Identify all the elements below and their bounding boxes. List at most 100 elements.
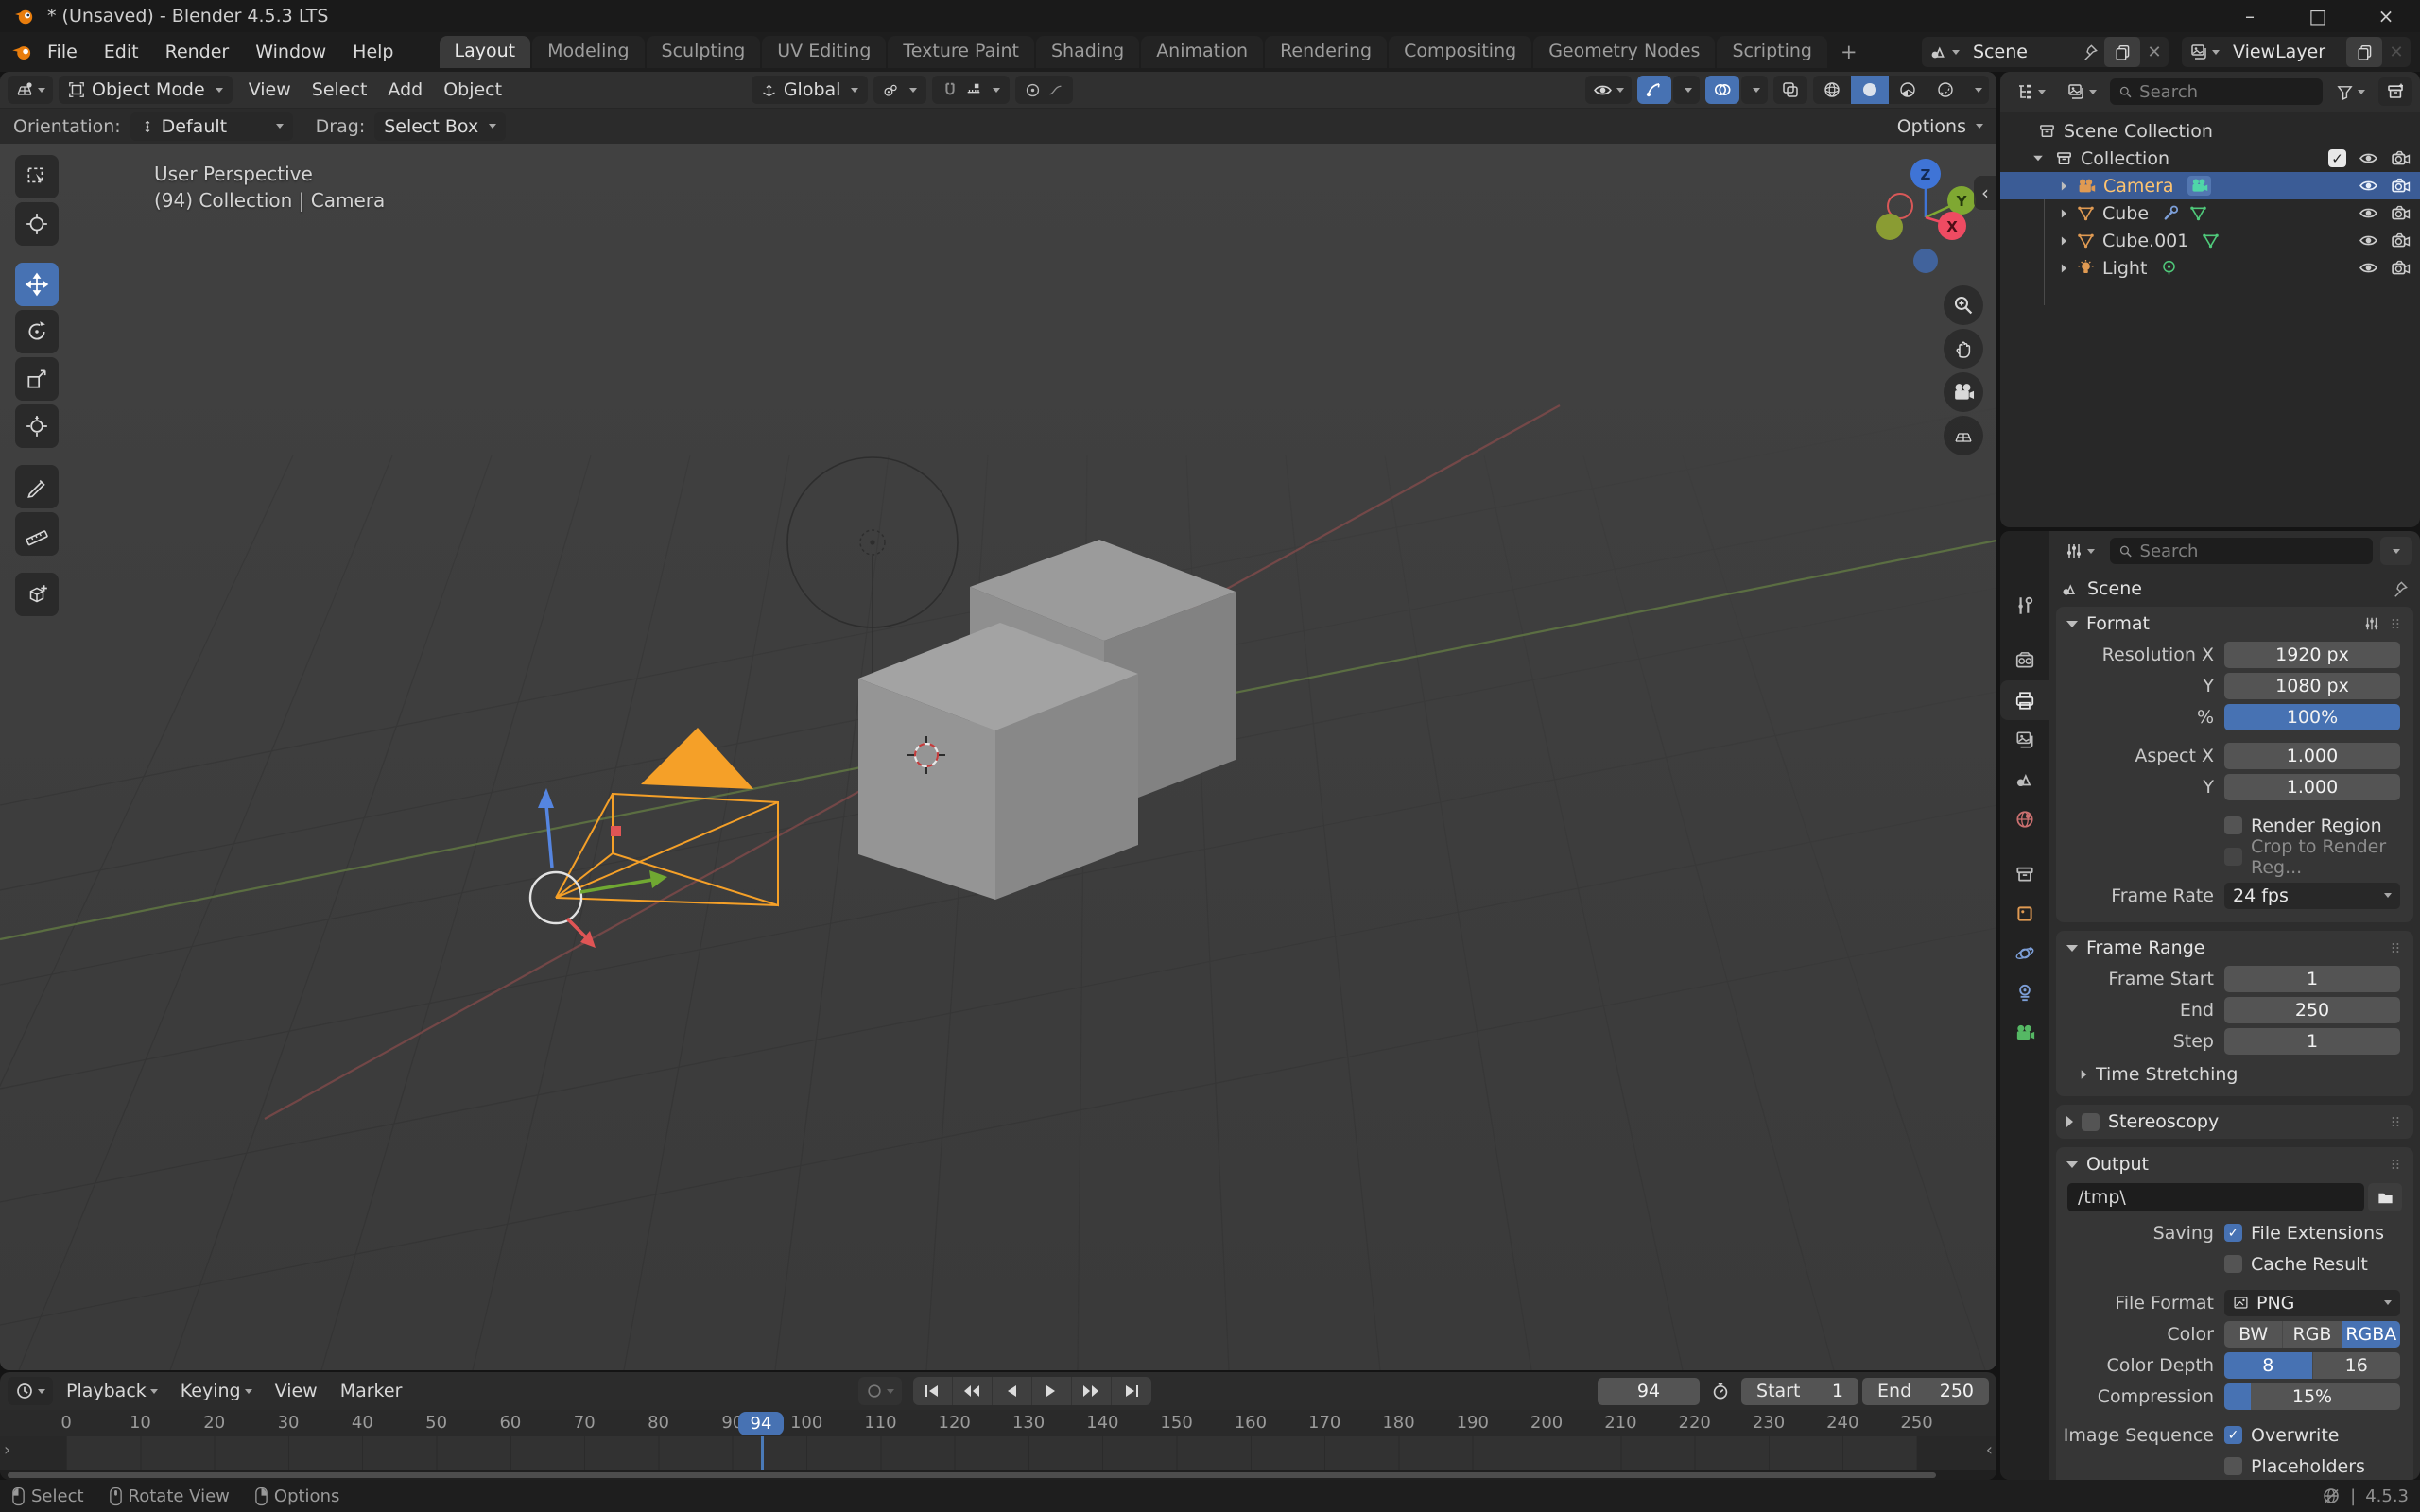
properties-search-input[interactable] xyxy=(2140,541,2364,561)
hide-eye-icon[interactable] xyxy=(2359,203,2378,223)
expand-arrow-icon[interactable] xyxy=(2062,181,2066,190)
file-extensions-checkbox[interactable]: ✓ xyxy=(2224,1224,2242,1242)
expand-arrow-icon[interactable] xyxy=(2062,209,2066,217)
frame-end-field[interactable]: 250 xyxy=(2224,997,2400,1023)
cache-result-checkbox[interactable] xyxy=(2224,1255,2242,1273)
pivot-point-dropdown[interactable] xyxy=(873,76,926,104)
minimize-button[interactable]: – xyxy=(2216,0,2284,32)
axis-neg-z-ball[interactable] xyxy=(1913,249,1938,273)
panel-title[interactable]: Frame Range xyxy=(2086,937,2204,958)
panel-expand-icon[interactable] xyxy=(2066,1161,2078,1168)
resolution-scale-slider[interactable]: 100% xyxy=(2224,704,2400,730)
frame-rate-dropdown[interactable]: 24 fps xyxy=(2224,883,2400,909)
play-reverse-button[interactable] xyxy=(993,1377,1032,1405)
tab-output[interactable] xyxy=(2000,680,2049,720)
scene-name[interactable]: Scene xyxy=(1967,42,2081,62)
workspace-tab[interactable]: Geometry Nodes xyxy=(1533,36,1715,68)
marker-menu[interactable]: Marker xyxy=(331,1381,412,1401)
workspace-tab[interactable]: Modeling xyxy=(532,36,644,68)
overwrite-checkbox[interactable]: ✓ xyxy=(2224,1426,2242,1444)
resolution-y-field[interactable]: 1080 px xyxy=(2224,673,2400,699)
shading-wireframe-button[interactable] xyxy=(1813,76,1851,104)
workspace-tab[interactable]: Rendering xyxy=(1265,36,1387,68)
stereoscopy-checkbox[interactable] xyxy=(2082,1113,2100,1131)
row-collection[interactable]: Collection ✓ xyxy=(2000,145,2420,172)
tool-measure[interactable] xyxy=(15,512,59,556)
view-menu[interactable]: View xyxy=(266,1381,327,1401)
outliner-filter-button[interactable] xyxy=(2328,77,2373,106)
tab-object[interactable] xyxy=(2000,894,2049,934)
row-cube-001[interactable]: Cube.001 xyxy=(2000,227,2420,254)
sidebar-collapse-arrow[interactable]: ‹ xyxy=(1974,176,1996,210)
add-workspace-button[interactable]: + xyxy=(1829,41,1869,63)
expand-arrow-icon[interactable] xyxy=(2062,236,2066,245)
pan-view-button[interactable] xyxy=(1944,329,1983,369)
frame-start-field[interactable]: Start1 xyxy=(1741,1378,1858,1405)
panel-title[interactable]: Format xyxy=(2086,613,2150,634)
placeholders-checkbox[interactable] xyxy=(2224,1457,2242,1475)
jump-to-start-button[interactable] xyxy=(913,1377,953,1405)
expand-arrow-icon[interactable] xyxy=(2033,156,2043,162)
show-object-types-dropdown[interactable] xyxy=(1585,76,1632,104)
workspace-tab[interactable]: Animation xyxy=(1141,36,1263,68)
keying-menu[interactable]: Keying xyxy=(171,1381,262,1401)
new-collection-button[interactable] xyxy=(2378,77,2412,106)
xray-toggle[interactable] xyxy=(1773,76,1807,104)
workspace-tab[interactable]: Compositing xyxy=(1389,36,1531,68)
tab-object-data[interactable] xyxy=(2000,1013,2049,1053)
tool-transform[interactable] xyxy=(15,404,59,448)
blender-menu-icon[interactable] xyxy=(9,40,34,64)
file-format-dropdown[interactable]: PNG xyxy=(2224,1290,2400,1316)
network-offline-icon[interactable] xyxy=(2322,1486,2341,1505)
aspect-x-field[interactable]: 1.000 xyxy=(2224,743,2400,769)
play-button[interactable] xyxy=(1032,1377,1072,1405)
pin-icon[interactable] xyxy=(2081,43,2099,61)
outliner-editor-type-button[interactable] xyxy=(2008,77,2053,106)
properties-search[interactable] xyxy=(2110,538,2373,564)
tool-select-box[interactable] xyxy=(15,155,59,198)
render-visibility-icon[interactable] xyxy=(2391,231,2411,250)
color-rgba-option[interactable]: RGBA xyxy=(2342,1321,2400,1348)
pin-icon[interactable] xyxy=(2391,580,2409,598)
timeline-left-arrow[interactable]: › xyxy=(4,1440,10,1460)
row-camera[interactable]: Camera xyxy=(2000,172,2420,199)
navigation-gizmo[interactable]: Z Y X xyxy=(1876,159,1976,273)
tab-constraints[interactable] xyxy=(2000,973,2049,1013)
tab-scene[interactable] xyxy=(2000,760,2049,799)
tool-scale[interactable] xyxy=(15,357,59,401)
snap-target-icon[interactable] xyxy=(965,81,982,98)
auto-keying-toggle[interactable] xyxy=(858,1377,902,1405)
viewport-menu[interactable]: Add xyxy=(377,79,433,100)
outliner-search-input[interactable] xyxy=(2139,82,2314,102)
timeline-right-arrow[interactable]: ‹ xyxy=(1986,1440,1993,1460)
viewport-canvas[interactable]: Z Y X User Perspective (94) Collection |… xyxy=(0,144,1996,1370)
shading-dropdown[interactable] xyxy=(1964,76,1989,104)
output-path-field[interactable]: /tmp\ xyxy=(2067,1183,2364,1211)
render-visibility-icon[interactable] xyxy=(2391,176,2411,196)
drag-dots-icon[interactable] xyxy=(2388,1114,2403,1129)
color-rgb-option[interactable]: RGB xyxy=(2283,1321,2342,1348)
options-dropdown[interactable]: Options xyxy=(1897,116,1983,137)
resolution-x-field[interactable]: 1920 px xyxy=(2224,642,2400,668)
collection-exclude-checkbox[interactable]: ✓ xyxy=(2328,149,2346,167)
time-stretching-subpanel[interactable]: Time Stretching xyxy=(2056,1058,2413,1087)
transform-orientation-dropdown[interactable]: Global xyxy=(752,76,869,104)
aspect-y-field[interactable]: 1.000 xyxy=(2224,774,2400,800)
light-data-icon[interactable] xyxy=(2160,259,2178,277)
breadcrumb[interactable]: Scene xyxy=(2087,578,2142,599)
drag-dots-icon[interactable] xyxy=(2388,940,2403,955)
outliner-search[interactable] xyxy=(2110,78,2323,105)
tab-collection[interactable] xyxy=(2000,854,2049,894)
row-light[interactable]: Light xyxy=(2000,254,2420,282)
next-keyframe-button[interactable] xyxy=(1072,1377,1112,1405)
tool-rotate[interactable] xyxy=(15,310,59,353)
show-gizmo-toggle[interactable] xyxy=(1637,76,1671,104)
frame-step-field[interactable]: 1 xyxy=(2224,1028,2400,1055)
workspace-tab[interactable]: UV Editing xyxy=(762,36,886,68)
browse-folder-button[interactable] xyxy=(2368,1183,2402,1211)
timeline-scroll-thumb[interactable] xyxy=(8,1472,1936,1478)
new-viewlayer-button[interactable] xyxy=(2346,37,2382,67)
row-cube[interactable]: Cube xyxy=(2000,199,2420,227)
format-presets-icon[interactable] xyxy=(2363,615,2380,632)
timeline-editor-type-button[interactable] xyxy=(8,1377,53,1405)
